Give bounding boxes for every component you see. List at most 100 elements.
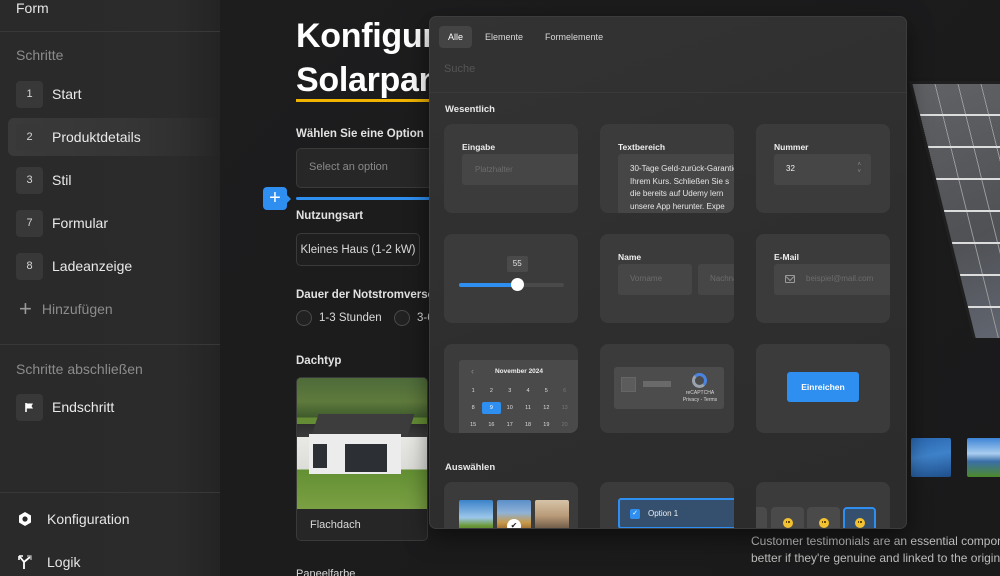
captcha-links: Privacy - Terms (682, 396, 718, 403)
calendar-day: 10 (506, 405, 513, 411)
add-step-label: Hinzufügen (41, 301, 113, 317)
usage-label: Nutzungsart (296, 210, 364, 222)
testimonial-text: Customer testimonials are an essential c… (751, 533, 1000, 567)
nav-konfiguration[interactable]: Konfiguration (16, 510, 130, 528)
calendar-day: 5 (544, 388, 548, 394)
emoji-smile-icon (807, 507, 840, 528)
element-email[interactable]: E-Mail beispiel@mail.com (756, 234, 890, 323)
testimonial-line: better if they're genuine and linked to … (751, 551, 1000, 565)
testimonial-line: Customer testimonials are an essential c… (751, 534, 1000, 548)
roof-option-card[interactable]: Flachdach (296, 377, 428, 541)
roof-option-label: Flachdach (310, 519, 361, 531)
calendar-day: 19 (543, 422, 550, 428)
step-endschritt[interactable]: Endschritt (8, 388, 220, 426)
element-calendar[interactable]: ‹ November 2024 1 2 3 4 5 6 8 9 10 11 12 13 15 16 17 18… (444, 344, 578, 433)
step-produktdetails[interactable]: 2 Produktdetails (8, 118, 220, 156)
title-line: Solarpan (296, 61, 440, 99)
step-label: Ladeanzeige (52, 258, 133, 274)
last-name-preview: Nachname (698, 264, 734, 295)
calendar-day: 9 (482, 402, 501, 414)
search-input[interactable] (444, 63, 894, 75)
element-emoji-rating[interactable] (756, 482, 890, 528)
tile-label: E-Mail (774, 252, 800, 262)
add-element-button[interactable]: + (263, 187, 291, 210)
tab-alle[interactable]: Alle (439, 26, 473, 48)
calendar-day: 3 (508, 388, 512, 394)
tile-label: Name (618, 252, 642, 262)
calendar-day: 11 (525, 405, 531, 411)
tile-label: Eingabe (462, 142, 496, 152)
image-option (535, 500, 569, 528)
step-stil[interactable]: 3 Stil (8, 161, 220, 199)
step-start[interactable]: 1 Start (8, 75, 220, 113)
step-formular[interactable]: 7 Formular (8, 204, 220, 242)
radio-option[interactable]: 1-3 Stunden (296, 310, 382, 326)
tile-label: Textbereich (618, 142, 666, 152)
element-slider[interactable]: 55 (444, 234, 578, 323)
calendar-day: 18 (524, 422, 532, 428)
image-option: ✔ (497, 500, 531, 528)
slider-thumb[interactable] (510, 278, 524, 291)
element-name[interactable]: Name Vorname Nachname (600, 234, 734, 323)
slider-track (459, 278, 564, 291)
add-step-button[interactable]: + Hinzufügen (16, 298, 113, 320)
solar-panel-image (905, 78, 1000, 338)
captcha-bar (643, 381, 671, 387)
step-number: 2 (16, 123, 43, 151)
emoji-grin-icon (843, 507, 876, 528)
element-image-picker[interactable]: ✔ (444, 482, 578, 528)
calendar-day: 1 (471, 388, 475, 394)
step-ladeanzeige[interactable]: 8 Ladeanzeige (8, 247, 220, 285)
radio-option[interactable]: 3-6 (394, 310, 434, 326)
flag-icon (16, 393, 43, 421)
email-placeholder: beispiel@mail.com (806, 274, 874, 283)
element-input[interactable]: Eingabe Platzhalter (444, 124, 578, 213)
number-preview: 32 ˄ ˅ (774, 154, 871, 185)
drop-indicator (296, 197, 436, 200)
panel-color-label: Paneelfarbe (296, 568, 356, 576)
radio-circle (394, 310, 410, 326)
calendar-day: 15 (470, 422, 477, 428)
nav-logik[interactable]: Logik (16, 553, 80, 571)
solar-thumbnail[interactable] (911, 438, 951, 477)
option-select[interactable]: Select an option (296, 148, 436, 188)
element-captcha[interactable]: reCAPTCHA Privacy - Terms (600, 344, 734, 433)
branch-icon (16, 553, 34, 571)
section-heading: Wesentlich (445, 104, 495, 115)
calendar-month: November 2024 (494, 368, 544, 375)
element-number[interactable]: Nummer 32 ˄ ˅ (756, 124, 890, 213)
tab-formelemente[interactable]: Formelemente (536, 26, 612, 48)
calendar-day: 6 (563, 388, 567, 394)
slider-value: 55 (506, 256, 528, 272)
gear-icon (16, 510, 34, 528)
step-label: Produktdetails (52, 129, 141, 145)
step-number: 3 (16, 166, 43, 194)
radio-circle (296, 310, 312, 326)
element-textarea[interactable]: Textbereich 30-Tage Geld-zurück-Garantie… (600, 124, 734, 213)
option-label: Option 1 (648, 509, 679, 518)
option-preview: ✓ Option 1 (618, 498, 734, 528)
plus-icon: + (19, 296, 32, 321)
step-label: Stil (52, 172, 72, 188)
step-label: Endschritt (52, 399, 115, 415)
recaptcha-icon (692, 373, 707, 388)
tile-label: Nummer (774, 142, 809, 152)
solar-thumbnail[interactable] (967, 438, 1000, 477)
select-label: Wählen Sie eine Option (296, 128, 424, 140)
image-option (459, 500, 493, 528)
checkbox-icon: ✓ (630, 508, 640, 519)
section-heading: Auswählen (445, 462, 496, 473)
emoji-neutral-icon (771, 507, 804, 528)
usage-option[interactable]: Kleines Haus (1-2 kW) (296, 233, 420, 266)
calendar-day: 20 (561, 422, 568, 428)
sidebar: Form Schritte 1 Start 2 Produktdetails 3… (0, 0, 220, 576)
number-value: 32 (786, 164, 795, 173)
element-checkbox-option[interactable]: ✓ Option 1 (600, 482, 734, 528)
divider (0, 492, 220, 493)
tab-elemente[interactable]: Elemente (476, 26, 532, 48)
emoji-option (756, 507, 767, 528)
app-root: Form Schritte 1 Start 2 Produktdetails 3… (0, 0, 1000, 576)
element-submit[interactable]: Einreichen (756, 344, 890, 433)
slider-fill (459, 283, 517, 287)
divider (0, 31, 220, 32)
